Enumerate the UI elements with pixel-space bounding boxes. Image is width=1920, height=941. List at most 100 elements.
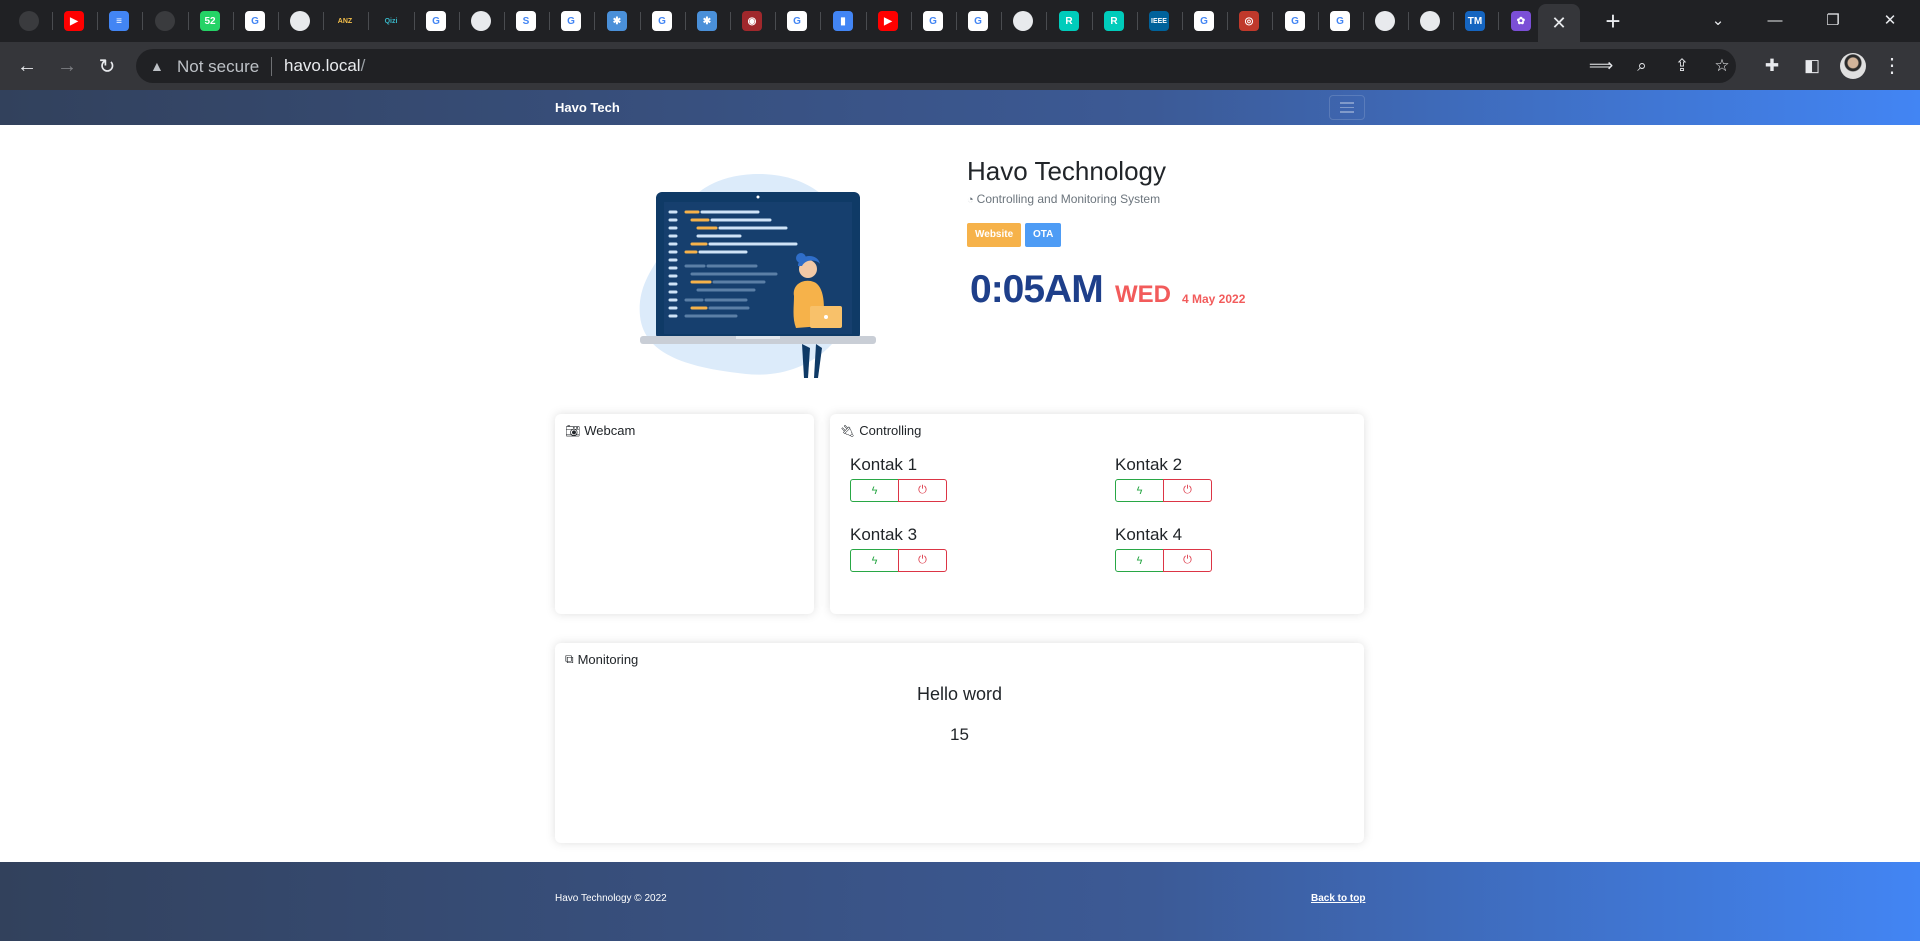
back-to-top-link[interactable]: Back to top [1311,893,1365,904]
tab-divider [1498,12,1499,30]
active-tab[interactable]: ✕ [1538,4,1580,42]
google-icon[interactable]: G [561,11,581,31]
tab-divider [549,12,550,30]
tab-divider [1453,12,1454,30]
file-icon[interactable]: ▮ [833,11,853,31]
tab-divider [594,12,595,30]
zoom-icon[interactable]: ⌕ [1630,54,1654,78]
kontak-3-off-button[interactable]: ⏻ [898,549,947,572]
globe-icon[interactable] [1420,11,1440,31]
google-icon[interactable]: G [652,11,672,31]
reload-icon[interactable]: ↻ [91,50,123,82]
site-icon[interactable]: ◉ [742,11,762,31]
site-icon[interactable]: S [516,11,536,31]
tab-divider [685,12,686,30]
docs-icon[interactable]: ≡ [109,11,129,31]
network-icon[interactable]: ✱ [697,11,717,31]
youtube-icon[interactable]: ▶ [878,11,898,31]
translate-icon[interactable]: ⟹ [1589,54,1613,78]
close-tab-icon[interactable]: ✕ [1551,13,1566,34]
security-label[interactable]: Not secure [177,57,259,77]
kontak-4-on-button[interactable]: ϟ [1115,549,1164,572]
new-tab-button[interactable]: + [1598,6,1628,36]
globe-icon[interactable] [471,11,491,31]
controlling-title: Controlling [859,423,922,438]
close-window-icon[interactable]: ✕ [1867,4,1913,36]
site-icon[interactable]: ◎ [1239,11,1259,31]
google-icon[interactable]: G [1194,11,1214,31]
ieee-icon[interactable]: IEEE [1149,11,1169,31]
kontak-label: Kontak 1 [850,455,918,474]
tm-icon[interactable]: TM [1465,11,1485,31]
bookmark-star-icon[interactable]: ☆ [1710,54,1734,78]
url-text[interactable]: havo.local/ [284,56,365,76]
website-button[interactable]: Website [967,223,1022,247]
youtube-icon[interactable]: ▶ [64,11,84,31]
browser-toolbar: ← → ↻ ▲ Not secure havo.local/ ⟹ ⌕ ⇪ ☆ ✚… [0,42,1920,90]
tab-search-icon[interactable]: ⌄ [1695,4,1741,36]
warning-icon[interactable]: ▲ [150,58,166,74]
power-icon: ⏻ [918,484,927,496]
qizi-icon[interactable]: Qizi [381,11,401,31]
forward-icon[interactable]: → [51,50,83,82]
brand-link[interactable]: Havo Tech [555,100,620,115]
google-icon[interactable]: G [426,11,446,31]
site-footer: Havo Technology © 2022 Back to top [0,862,1920,941]
minimize-icon[interactable]: — [1752,4,1798,36]
site-navbar: Havo Tech [0,90,1920,125]
divider [271,57,272,76]
tab-divider [52,12,53,30]
google-icon[interactable]: G [923,11,943,31]
side-panel-icon[interactable]: ◧ [1800,54,1824,78]
clock-date: 4 May 2022 [1182,292,1246,306]
kontak-2-off-button[interactable]: ⏻ [1163,479,1212,502]
google-icon[interactable]: G [968,11,988,31]
profile-avatar[interactable] [1840,53,1866,79]
tab-divider [820,12,821,30]
github-icon[interactable] [155,11,175,31]
researchgate-icon[interactable]: R [1104,11,1124,31]
browser-menu-icon[interactable]: ⋮ [1882,52,1902,80]
google-icon[interactable]: G [787,11,807,31]
kontak-1-on-button[interactable]: ϟ [850,479,899,502]
rss-icon: ◔ [967,194,974,206]
kontak-1-off-button[interactable]: ⏻ [898,479,947,502]
browser-tabstrip: ▶ ≡ 52 G ANZ Qizi G S G ✱ G ✱ ◉ G ▮ ▶ G G R R IEEE G ◎ G G TM ✿ ✕ … [0,0,1920,42]
tab-divider [278,12,279,30]
restore-icon[interactable]: ❐ [1810,4,1856,36]
globe-icon[interactable] [1375,11,1395,31]
extensions-icon[interactable]: ✚ [1760,54,1784,78]
back-icon[interactable]: ← [11,50,43,82]
anz-icon[interactable]: ANZ [335,11,355,31]
share-icon[interactable]: ⇪ [1670,54,1694,78]
researchgate-icon[interactable]: R [1059,11,1079,31]
tab-divider [323,12,324,30]
ota-button[interactable]: OTA [1025,223,1062,247]
kontak-4-off-button[interactable]: ⏻ [1163,549,1212,572]
network-icon[interactable]: ✱ [607,11,627,31]
tab-divider [368,12,369,30]
kontak-4-buttons: ϟ ⏻ [1115,549,1212,572]
bolt-icon: ϟ [1136,554,1143,567]
google-icon[interactable]: G [1330,11,1350,31]
kontak-4: Kontak 4 ϟ ⏻ [1115,525,1212,572]
kontak-3-on-button[interactable]: ϟ [850,549,899,572]
globe-icon[interactable] [290,11,310,31]
webcam-heading: 📷︎ Webcam [565,423,635,438]
google-icon[interactable]: G [245,11,265,31]
navbar-toggle-icon[interactable] [1329,95,1365,120]
kontak-3-buttons: ϟ ⏻ [850,549,947,572]
kontak-2-on-button[interactable]: ϟ [1115,479,1164,502]
tab-divider [1272,12,1273,30]
globe-icon[interactable] [1013,11,1033,31]
google-icon[interactable]: G [1285,11,1305,31]
whatsapp-icon[interactable]: 52 [200,11,220,31]
kontak-label: Kontak 4 [1115,525,1183,544]
github-icon[interactable] [19,11,39,31]
site-icon[interactable]: ✿ [1511,11,1531,31]
tab-divider [775,12,776,30]
monitoring-value: 15 [950,725,969,744]
address-bar[interactable]: ▲ Not secure havo.local/ [136,49,1736,83]
tab-divider [730,12,731,30]
clock-day: WED [1115,281,1171,308]
